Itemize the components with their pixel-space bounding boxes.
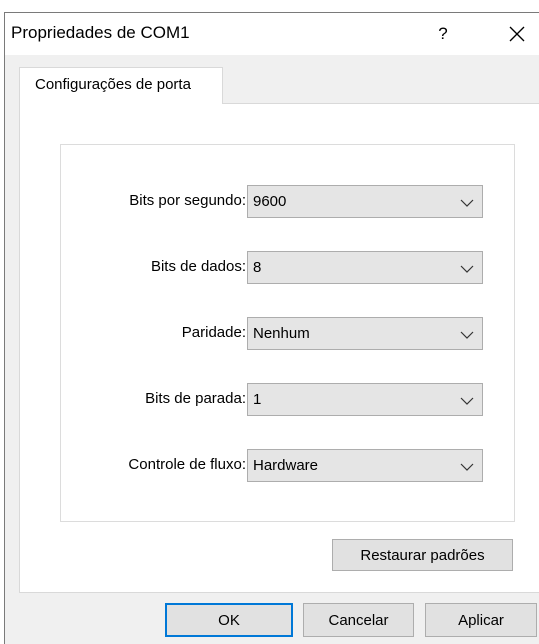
setting-row-data-bits: Bits de dados: 8 [61, 251, 514, 284]
title-bar: Propriedades de COM1 ? [5, 13, 539, 55]
restore-defaults-button[interactable]: Restaurar padrões [332, 539, 513, 571]
close-button[interactable] [493, 13, 539, 55]
data-bits-label: Bits de dados: [150, 258, 246, 275]
baud-rate-label: Bits por segundo: [129, 192, 246, 209]
settings-group: Bits por segundo: 9600 Bits de dados: 8 [60, 144, 515, 522]
tab-port-settings[interactable]: Configurações de porta [19, 67, 223, 104]
apply-button[interactable]: Aplicar [425, 603, 537, 637]
stop-bits-value: 1 [253, 391, 262, 408]
chevron-down-icon [460, 265, 474, 273]
setting-row-flow-control: Controle de fluxo: Hardware [61, 449, 514, 482]
flow-control-label: Controle de fluxo: [128, 456, 246, 473]
baud-rate-select[interactable]: 9600 [247, 185, 483, 218]
tab-label: Configurações de porta [35, 76, 191, 93]
flow-control-select[interactable]: Hardware [247, 449, 483, 482]
parity-select[interactable]: Nenhum [247, 317, 483, 350]
close-icon [509, 26, 524, 42]
help-icon: ? [438, 24, 448, 43]
parity-value: Nenhum [253, 325, 310, 342]
ok-button[interactable]: OK [165, 603, 293, 637]
setting-row-parity: Paridade: Nenhum [61, 317, 514, 350]
stop-bits-label: Bits de parada: [145, 390, 246, 407]
stop-bits-select[interactable]: 1 [247, 383, 483, 416]
chevron-down-icon [460, 331, 474, 339]
data-bits-value: 8 [253, 259, 262, 276]
tab-panel: Bits por segundo: 9600 Bits de dados: 8 [19, 103, 539, 593]
chevron-down-icon [460, 397, 474, 405]
parity-label: Paridade: [181, 324, 246, 341]
baud-rate-value: 9600 [253, 193, 287, 210]
setting-row-baud-rate: Bits por segundo: 9600 [61, 185, 514, 218]
data-bits-select[interactable]: 8 [247, 251, 483, 284]
flow-control-value: Hardware [253, 457, 319, 474]
help-button[interactable]: ? [421, 13, 465, 55]
dialog-title: Propriedades de COM1 [11, 23, 190, 42]
chevron-down-icon [460, 463, 474, 471]
dialog-window: Propriedades de COM1 ? Configurações de … [4, 12, 539, 644]
chevron-down-icon [460, 199, 474, 207]
setting-row-stop-bits: Bits de parada: 1 [61, 383, 514, 416]
cancel-button[interactable]: Cancelar [303, 603, 414, 637]
